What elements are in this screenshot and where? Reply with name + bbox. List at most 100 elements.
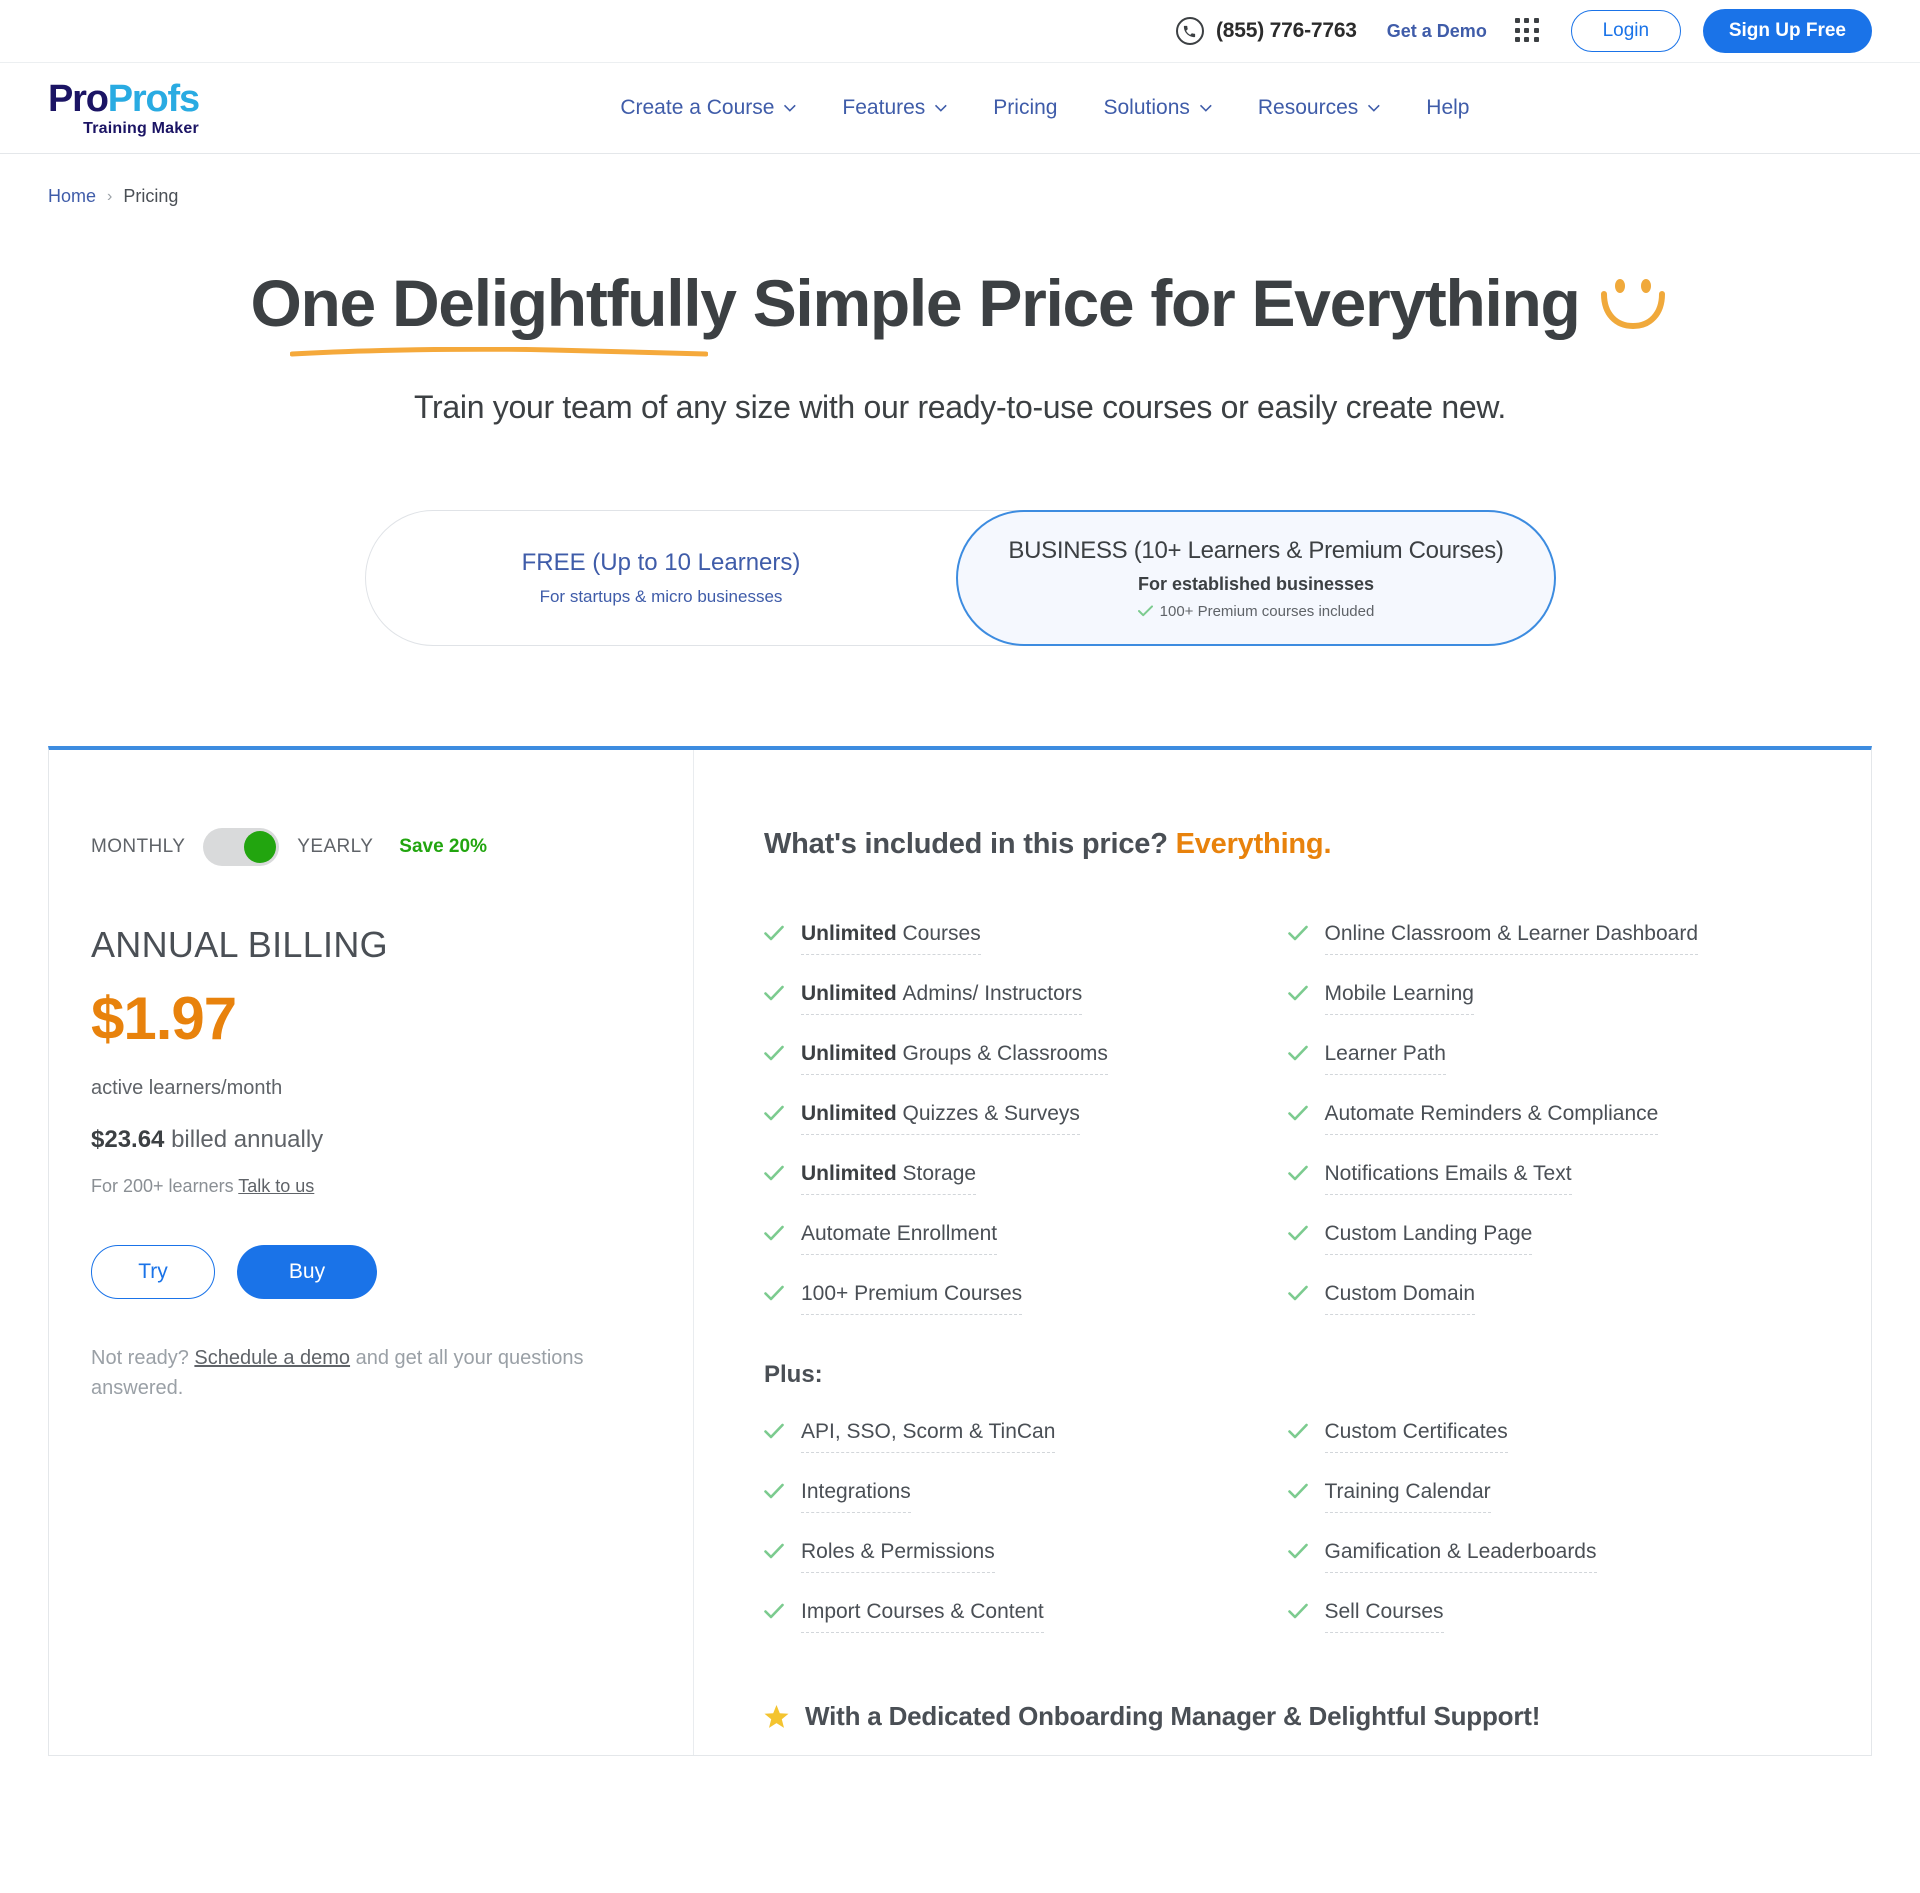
proprofs-logo[interactable]: ProProfs Training Maker	[48, 77, 200, 137]
plus-heading: Plus:	[764, 1361, 823, 1388]
check-icon	[764, 1225, 784, 1241]
breadcrumb: Home › Pricing	[0, 154, 1920, 207]
feature-label-emphasis: Unlimited	[801, 1042, 903, 1065]
plan-tab-free[interactable]: FREE (Up to 10 Learners) For startups & …	[366, 549, 956, 607]
feature-label-emphasis: Unlimited	[801, 1102, 903, 1125]
feature-item: Learner Path	[1287, 1027, 1812, 1087]
plan-selector: FREE (Up to 10 Learners) For startups & …	[0, 510, 1920, 646]
feature-label: Unlimited Groups & Classrooms	[801, 1041, 1108, 1076]
billing-period-toggle[interactable]: MONTHLY YEARLY Save 20%	[91, 828, 693, 866]
plan-tab-business[interactable]: BUSINESS (10+ Learners & Premium Courses…	[956, 510, 1556, 646]
schedule-a-demo-link[interactable]: Schedule a demo	[194, 1347, 350, 1369]
logo-text-profs: Profs	[107, 77, 200, 120]
feature-label: Unlimited Courses	[801, 921, 981, 956]
feature-label: Automate Enrollment	[801, 1221, 998, 1256]
check-icon	[1287, 1285, 1308, 1301]
login-button[interactable]: Login	[1570, 10, 1681, 52]
feature-label-rest: Sell Courses	[1324, 1600, 1444, 1623]
onboarding-highlight: With a Dedicated Onboarding Manager & De…	[764, 1701, 1811, 1732]
feature-label-rest: 100+ Premium Courses	[801, 1282, 1023, 1305]
buy-button[interactable]: Buy	[237, 1245, 377, 1299]
feature-label-rest: Custom Certificates	[1324, 1420, 1508, 1443]
apps-grid-icon[interactable]	[1514, 18, 1541, 44]
main-navigation: ProProfs Training Maker Create a Course …	[0, 62, 1920, 154]
nav-item-pricing[interactable]: Pricing	[993, 96, 1057, 120]
feature-item: Notifications Emails & Text	[1287, 1147, 1812, 1207]
plan-free-subtitle: For startups & micro businesses	[539, 587, 783, 606]
yearly-label: YEARLY	[297, 836, 374, 857]
feature-label-rest: Integrations	[801, 1480, 911, 1503]
check-icon	[1287, 1105, 1308, 1121]
enterprise-prefix: For 200+ learners	[91, 1176, 239, 1196]
feature-label-rest: Custom Landing Page	[1324, 1222, 1533, 1245]
feature-label: Integrations	[801, 1479, 911, 1514]
smiley-face-icon	[1600, 279, 1665, 330]
check-icon	[764, 1285, 784, 1301]
feature-label-rest: Storage	[902, 1162, 977, 1185]
nav-links: Create a Course Features Pricing Solutio…	[620, 96, 1469, 120]
feature-item: Unlimited Admins/ Instructors	[764, 967, 1288, 1027]
feature-label-rest: Groups & Classrooms	[902, 1042, 1108, 1065]
plan-selector-group: FREE (Up to 10 Learners) For startups & …	[365, 510, 1556, 646]
check-icon	[764, 1603, 784, 1619]
feature-label: Import Courses & Content	[801, 1599, 1044, 1634]
feature-label-emphasis: Unlimited	[801, 982, 903, 1005]
features-heading-accent: Everything.	[1175, 828, 1332, 860]
billing-toggle-switch[interactable]	[203, 828, 280, 866]
feature-item: Unlimited Quizzes & Surveys	[764, 1087, 1288, 1147]
feature-label-rest: Automate Reminders & Compliance	[1324, 1102, 1659, 1125]
nav-item-features[interactable]: Features	[842, 96, 947, 120]
feature-label-rest: Import Courses & Content	[801, 1600, 1044, 1623]
check-icon	[764, 1105, 784, 1121]
try-button[interactable]: Try	[91, 1245, 215, 1299]
feature-item: Custom Certificates	[1287, 1405, 1812, 1465]
feature-item: API, SSO, Scorm & TinCan	[764, 1405, 1288, 1465]
breadcrumb-home[interactable]: Home	[48, 186, 96, 207]
nav-item-solutions[interactable]: Solutions	[1104, 96, 1212, 120]
talk-to-us-link[interactable]: Talk to us	[238, 1176, 314, 1196]
feature-item: Custom Landing Page	[1287, 1207, 1812, 1267]
feature-label-rest: Notifications Emails & Text	[1324, 1162, 1572, 1185]
nav-item-help[interactable]: Help	[1426, 96, 1469, 120]
feature-label: Training Calendar	[1324, 1479, 1491, 1514]
signup-free-button[interactable]: Sign Up Free	[1702, 9, 1872, 53]
annual-total-amount: $23.64	[91, 1126, 165, 1153]
chevron-down-icon	[784, 104, 796, 112]
get-a-demo-link[interactable]: Get a Demo	[1387, 21, 1487, 42]
feature-label: Unlimited Storage	[801, 1161, 977, 1196]
check-icon	[1287, 1603, 1308, 1619]
feature-item: Automate Enrollment	[764, 1207, 1288, 1267]
nav-label: Solutions	[1103, 96, 1190, 119]
feature-label-rest: Gamification & Leaderboards	[1324, 1540, 1597, 1563]
feature-item: Integrations	[764, 1465, 1288, 1525]
check-icon	[764, 985, 784, 1001]
chevron-down-icon	[934, 104, 947, 112]
logo-text-pro: Pro	[48, 77, 109, 120]
plan-business-note-text: 100+ Premium courses included	[1159, 602, 1375, 620]
feature-item: Sell Courses	[1287, 1585, 1812, 1645]
feature-label: Custom Domain	[1324, 1281, 1476, 1316]
nav-item-resources[interactable]: Resources	[1258, 96, 1380, 120]
check-icon	[764, 925, 784, 941]
price-amount: $1.97	[91, 985, 237, 1052]
phone-contact[interactable]: (855) 776-7763	[1175, 17, 1357, 45]
feature-label: Custom Landing Page	[1324, 1221, 1533, 1256]
feature-label: Learner Path	[1324, 1041, 1446, 1076]
check-icon	[764, 1543, 784, 1559]
feature-label: Sell Courses	[1324, 1599, 1444, 1634]
feature-item: Training Calendar	[1287, 1465, 1812, 1525]
feature-label: Online Classroom & Learner Dashboard	[1324, 921, 1699, 956]
feature-label: Unlimited Quizzes & Surveys	[801, 1101, 1080, 1136]
check-icon	[1287, 1483, 1308, 1499]
star-icon	[764, 1704, 789, 1728]
plan-free-title: FREE (Up to 10 Learners)	[521, 549, 801, 576]
feature-label: Unlimited Admins/ Instructors	[801, 981, 1083, 1016]
feature-item: Roles & Permissions	[764, 1525, 1288, 1585]
schedule-demo-text: Not ready? Schedule a demo and get all y…	[91, 1343, 651, 1403]
feature-label: Gamification & Leaderboards	[1324, 1539, 1597, 1574]
top-utility-bar: (855) 776-7763 Get a Demo Login Sign Up …	[0, 0, 1920, 62]
feature-item: Custom Domain	[1287, 1267, 1812, 1327]
nav-item-create-a-course[interactable]: Create a Course	[620, 96, 796, 120]
plan-business-subtitle: For established businesses	[1137, 573, 1375, 594]
features-heading-plain: What's included in this price?	[764, 828, 1176, 860]
